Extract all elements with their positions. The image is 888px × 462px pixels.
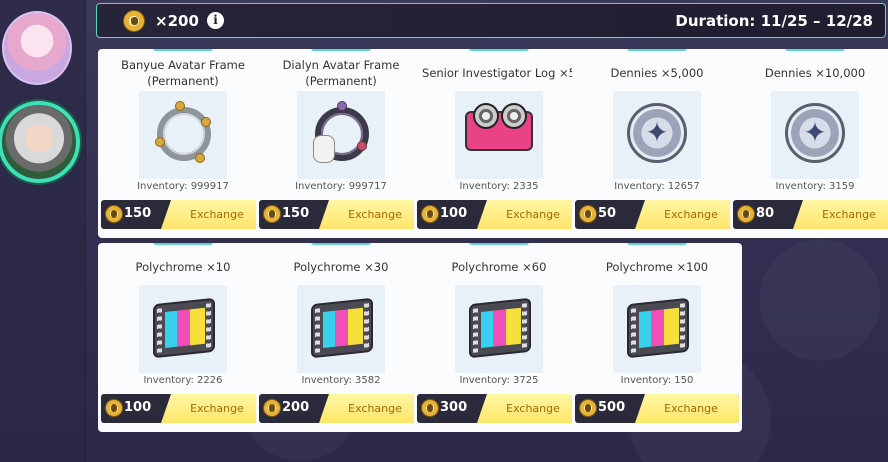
item-title: Dennies ×5,000	[610, 66, 704, 80]
item-title: Dialyn Avatar Frame (Permanent)	[282, 58, 400, 88]
character-avatar-2-selected[interactable]	[0, 101, 80, 183]
item-price: 50	[598, 206, 617, 221]
item-price: 300	[440, 400, 468, 415]
item-inventory: Inventory: 999717	[295, 181, 387, 192]
item-inventory: Inventory: 999917	[137, 181, 229, 192]
price-bar: 150 Exchange	[101, 200, 265, 229]
item-image	[613, 285, 701, 373]
exchange-button[interactable]: Exchange	[793, 200, 888, 229]
card-tab-accent	[311, 49, 371, 51]
item-inventory: Inventory: 3159	[775, 181, 855, 192]
item-image	[455, 285, 543, 373]
card-tab-accent	[627, 49, 687, 51]
shop-item-card: Polychrome ×10 Inventory: 2226 100 Excha…	[98, 243, 268, 432]
item-image	[771, 91, 859, 179]
info-icon[interactable]: i	[207, 12, 224, 29]
shop-item-card: Polychrome ×60 Inventory: 3725 300 Excha…	[414, 243, 584, 432]
item-inventory: Inventory: 12657	[614, 181, 700, 192]
card-tab-accent	[785, 49, 845, 51]
price-bar: 80 Exchange	[733, 200, 888, 229]
item-price: 80	[756, 206, 775, 221]
coin-icon	[123, 10, 145, 32]
item-inventory: Inventory: 150	[620, 375, 694, 386]
item-price: 200	[282, 400, 310, 415]
shop-header-bar: ×200 i Duration: 11/25 – 12/28	[96, 3, 886, 38]
sidebar	[0, 0, 86, 462]
coin-icon	[421, 399, 439, 417]
polychrome-film-icon	[469, 297, 531, 359]
price-bar: 500 Exchange	[575, 394, 739, 423]
card-tab-accent	[153, 243, 213, 245]
price-bar: 150 Exchange	[259, 200, 423, 229]
dennies-coin-icon	[627, 103, 687, 163]
avatar-frame-icon	[151, 101, 215, 167]
exchange-button[interactable]: Exchange	[319, 394, 423, 423]
coin-icon	[579, 205, 597, 223]
item-title: Banyue Avatar Frame (Permanent)	[121, 58, 245, 88]
item-image	[613, 91, 701, 179]
item-price: 100	[124, 400, 152, 415]
price-bar: 300 Exchange	[417, 394, 581, 423]
item-inventory: Inventory: 2335	[459, 181, 539, 192]
exchange-button[interactable]: Exchange	[477, 200, 581, 229]
exchange-button[interactable]: Exchange	[161, 394, 265, 423]
shop-item-card: Polychrome ×30 Inventory: 3582 200 Excha…	[256, 243, 426, 432]
coin-icon	[421, 205, 439, 223]
item-inventory: Inventory: 3582	[301, 375, 381, 386]
item-inventory: Inventory: 3725	[459, 375, 539, 386]
item-price: 500	[598, 400, 626, 415]
item-title: Polychrome ×100	[605, 260, 709, 274]
item-image	[455, 91, 543, 179]
item-image	[139, 91, 227, 179]
polychrome-film-icon	[153, 297, 215, 359]
item-title: Polychrome ×60	[451, 260, 547, 274]
item-image	[139, 285, 227, 373]
card-tab-accent	[469, 49, 529, 51]
shop-item-card: Dialyn Avatar Frame (Permanent) Inventor…	[256, 49, 426, 238]
exchange-button[interactable]: Exchange	[635, 394, 739, 423]
card-tab-accent	[311, 243, 371, 245]
exchange-button[interactable]: Exchange	[319, 200, 423, 229]
price-bar: 50 Exchange	[575, 200, 739, 229]
item-title: Senior Investigator Log ×5	[422, 66, 576, 80]
coin-icon	[579, 399, 597, 417]
price-bar: 200 Exchange	[259, 394, 423, 423]
shop-item-card: Dennies ×5,000 Inventory: 12657 50 Excha…	[572, 49, 742, 238]
coin-icon	[263, 399, 281, 417]
item-title: Dennies ×10,000	[764, 66, 866, 80]
item-title: Polychrome ×30	[293, 260, 389, 274]
coin-icon	[105, 205, 123, 223]
coin-icon	[105, 399, 123, 417]
avatar-frame-icon	[309, 101, 373, 167]
currency-amount: ×200	[155, 12, 199, 30]
polychrome-film-icon	[311, 297, 373, 359]
price-bar: 100 Exchange	[417, 200, 581, 229]
item-price: 150	[282, 206, 310, 221]
card-tab-accent	[153, 49, 213, 51]
shop-item-card: Banyue Avatar Frame (Permanent) Inventor…	[98, 49, 268, 238]
card-tab-accent	[627, 243, 687, 245]
shop-item-card: Senior Investigator Log ×5 Inventory: 23…	[414, 49, 584, 238]
item-image	[297, 285, 385, 373]
item-title: Polychrome ×10	[135, 260, 231, 274]
polychrome-film-icon	[627, 297, 689, 359]
investigator-log-icon	[465, 103, 533, 151]
item-inventory: Inventory: 2226	[143, 375, 223, 386]
card-tab-accent	[469, 243, 529, 245]
event-duration: Duration: 11/25 – 12/28	[675, 12, 873, 30]
item-image	[297, 91, 385, 179]
coin-icon	[263, 205, 281, 223]
coin-icon	[737, 205, 755, 223]
item-price: 100	[440, 206, 468, 221]
dennies-coin-icon	[785, 103, 845, 163]
shop-item-card: Polychrome ×100 Inventory: 150 500 Excha…	[572, 243, 742, 432]
price-bar: 100 Exchange	[101, 394, 265, 423]
exchange-button[interactable]: Exchange	[161, 200, 265, 229]
character-avatar-1[interactable]	[2, 11, 72, 85]
item-price: 150	[124, 206, 152, 221]
exchange-button[interactable]: Exchange	[477, 394, 581, 423]
shop-item-card: Dennies ×10,000 Inventory: 3159 80 Excha…	[730, 49, 888, 238]
exchange-button[interactable]: Exchange	[635, 200, 739, 229]
